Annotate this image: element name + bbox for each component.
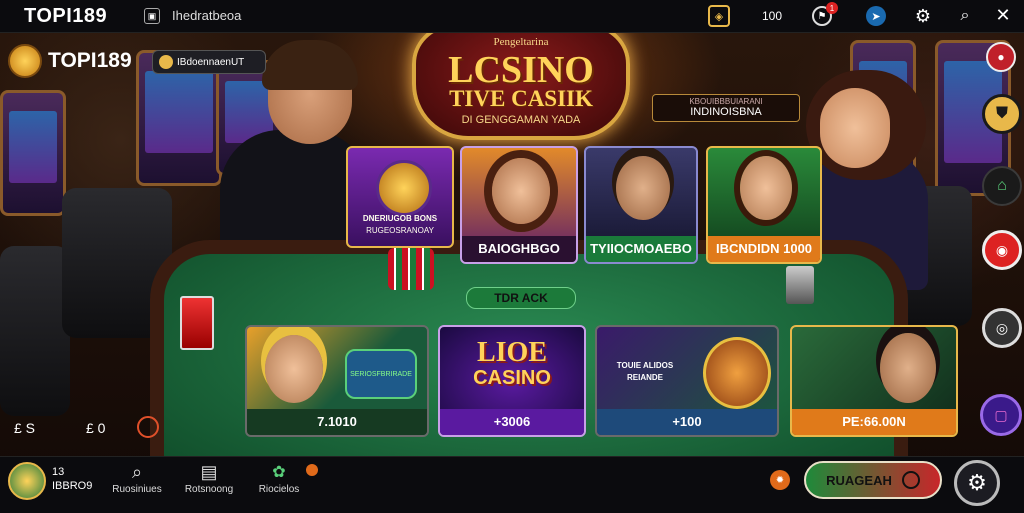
dealer-mini-card[interactable]: IBCNDIDN 1000 (706, 146, 822, 264)
book-icon: ▤ (200, 461, 218, 482)
live-casino-sign: Pengeltarina LCSINO TIVE CASIIK DI GENGG… (412, 14, 630, 140)
site-icon: ▣ (144, 8, 160, 24)
game-card-live-casino[interactable]: LIOE CASINO +3006 (438, 325, 586, 437)
header-brand-name: TOPI189 (48, 49, 132, 72)
game-card-caption: 7.1010 (247, 409, 427, 435)
mini-card-sublabel: RUGEOSRANOAY (366, 226, 434, 235)
nav-label: Riocielos (258, 484, 300, 495)
site-label: Ihedratbeoa (172, 8, 242, 23)
notification-count: 1 (826, 2, 838, 14)
region-badge[interactable]: KBOUIBBBUIARANI INDINOISBNA (652, 94, 800, 122)
refresh-icon[interactable] (137, 416, 159, 438)
shield-icon[interactable]: ⛊ (982, 94, 1022, 134)
bonus-subtext: REIANDE (626, 373, 663, 382)
mini-card-caption: TYIIOCMOAEBO (586, 236, 696, 262)
fire-icon[interactable]: ✹ (770, 470, 790, 490)
search-icon[interactable]: ⌕ (954, 5, 976, 27)
nav-alert-dot (306, 464, 318, 476)
region-badge-small: KBOUIBBBUIARANI (689, 97, 763, 106)
home-icon[interactable]: ⌂ (982, 166, 1022, 206)
power-icon (901, 471, 920, 489)
header-pill[interactable]: IBdoennaenUT (152, 50, 266, 74)
main-action-button[interactable]: RUAGEAH (804, 461, 942, 499)
live-casino-title: LIOE (476, 337, 548, 368)
telegram-icon[interactable]: ➤ (866, 6, 886, 26)
brand-logo-icon (8, 44, 42, 78)
profile-avatar[interactable] (8, 462, 46, 500)
dealer-portrait (740, 156, 792, 220)
map-pin-icon[interactable]: ● (986, 42, 1016, 72)
nav-item-promotions[interactable]: ⌕ Ruosiniues (102, 460, 172, 496)
pill-icon (159, 55, 173, 69)
female-dealer-face (820, 88, 890, 168)
game-card-dealer[interactable]: PE:66.00N (790, 325, 958, 437)
profile-name: IBBRO9 (52, 480, 93, 492)
nav-item-rewards[interactable]: ✿ Riocielos (244, 460, 314, 495)
balance-counter: 100 (762, 9, 783, 23)
game-card-caption: PE:66.00N (792, 409, 956, 435)
dealer-mini-card[interactable]: TYIIOCMOAEBO (584, 146, 698, 264)
side-stat-a: £ S (14, 420, 36, 436)
dealer-portrait (880, 333, 936, 403)
nav-label: Ruosiniues (112, 484, 162, 495)
drink-cup (180, 296, 214, 350)
game-logo: SERIOSFBRIRADE (345, 349, 417, 399)
main-action-label: RUAGEAH (826, 472, 892, 488)
sign-line-1: Pengeltarina (493, 36, 549, 48)
close-icon[interactable]: ✕ (992, 4, 1014, 26)
game-card-caption: +100 (597, 409, 777, 435)
dealer-mini-card[interactable]: BAIOGHBGO (460, 146, 578, 264)
app-brand: TOPI189 (24, 5, 108, 27)
casino-chair (0, 246, 70, 416)
table-play-button[interactable]: TDR ACK (466, 287, 576, 309)
header-brand[interactable]: TOPI189 (8, 44, 132, 78)
dealer-portrait (492, 158, 550, 224)
bonus-text: TOUIE ALIDOS (616, 361, 674, 370)
region-badge-main: INDINOISBNA (690, 106, 762, 118)
game-card-slots[interactable]: SERIOSFBRIRADE 7.1010 (245, 325, 429, 437)
slot-machine (0, 90, 66, 216)
x-bonus-icon (376, 160, 432, 216)
game-card-bonus[interactable]: TOUIE ALIDOS REIANDE +100 (595, 325, 779, 437)
gear-icon[interactable]: ⚙ (912, 5, 934, 27)
mini-card-caption: BAIOGHBGO (462, 236, 576, 262)
game-card-caption: +3006 (440, 409, 584, 435)
mascot-icon (703, 337, 771, 409)
record-icon[interactable]: ◉ (982, 230, 1022, 270)
camera-icon[interactable]: ◎ (982, 308, 1022, 348)
wallet-icon[interactable]: ◈ (708, 5, 730, 27)
settings-gear-icon[interactable]: ⚙ (954, 460, 1000, 506)
side-stat-b: £ 0 (86, 420, 106, 436)
mini-card-caption: IBCNDIDN 1000 (708, 236, 820, 262)
dealer-portrait (616, 156, 670, 220)
search-icon: ⌕ (131, 461, 143, 482)
nav-label: Rotsnoong (184, 484, 234, 495)
nav-item-history[interactable]: ▤ Rotsnoong (174, 460, 244, 496)
drink-cup (786, 266, 814, 304)
profile-level: 13 (52, 466, 65, 478)
header-pill-label: IBdoennaenUT (177, 56, 245, 68)
bonus-mini-card[interactable]: DNERIUGOB BONS RUGEOSRANOAY (346, 146, 454, 248)
character-portrait (265, 335, 323, 403)
top-bar: TOPI189 ▣ Ihedratbeoa ◈ 100 ⚑ 1 ➤ ⚙ ⌕ ✕ (0, 0, 1024, 33)
mini-card-label: DNERIUGOB BONS (362, 214, 438, 223)
chat-icon[interactable]: ▢ (980, 394, 1022, 436)
gift-icon: ✿ (272, 464, 286, 481)
chip-stack (388, 248, 434, 290)
live-casino-subtitle: CASINO (473, 367, 551, 389)
sign-line-3: TIVE CASIIK (449, 86, 593, 111)
sign-line-4: DI GENGGAMAN YADA (461, 114, 581, 126)
